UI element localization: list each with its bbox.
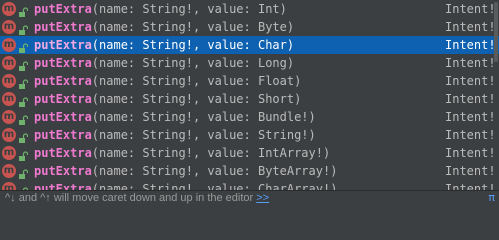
method-icon: m <box>2 182 16 190</box>
method-name: putExtra <box>34 74 92 88</box>
method-params: (name: String!, value: Float) <box>91 74 302 88</box>
unlocked-icon <box>18 148 29 161</box>
method-icon: m <box>2 20 16 34</box>
method-params: (name: String!, value: Bundle!) <box>91 110 316 124</box>
unlocked-icon <box>18 166 29 179</box>
method-signature: putExtra(name: String!, value: Bundle!) <box>34 108 316 126</box>
return-type: Intent! <box>445 92 496 106</box>
scrollbar[interactable] <box>494 0 499 190</box>
completion-list[interactable]: m putExtra(name: String!, value: Int) Inte… <box>0 0 499 190</box>
method-icon: m <box>2 56 16 70</box>
method-name: putExtra <box>34 110 92 124</box>
method-icon: m <box>2 164 16 178</box>
return-type: Intent! <box>445 164 496 178</box>
method-icon: m <box>2 146 16 160</box>
method-signature: putExtra(name: String!, value: Long) <box>34 54 294 72</box>
method-icon: m <box>2 74 16 88</box>
return-type: Intent! <box>445 38 496 52</box>
method-signature: putExtra(name: String!, value: Float) <box>34 72 301 90</box>
method-signature: putExtra(name: String!, value: ByteArray… <box>34 162 337 180</box>
footer-hint-text: ^↓ and ^↑ will move caret down and up in… <box>5 192 254 204</box>
unlocked-icon <box>18 94 29 107</box>
completion-popup: m putExtra(name: String!, value: Int) Inte… <box>0 0 499 205</box>
completion-footer: ^↓ and ^↑ will move caret down and up in… <box>0 190 499 205</box>
return-type: Intent! <box>445 20 496 34</box>
method-params: (name: String!, value: Int) <box>91 2 287 16</box>
method-signature: putExtra(name: String!, value: Int) <box>34 0 287 18</box>
completion-item[interactable]: m putExtra(name: String!, value: Int) Inte… <box>0 0 499 18</box>
method-signature: putExtra(name: String!, value: Byte) <box>34 18 294 36</box>
method-signature: putExtra(name: String!, value: CharArray… <box>34 180 337 190</box>
method-params: (name: String!, value: Byte) <box>91 20 295 34</box>
method-name: putExtra <box>34 92 92 106</box>
unlocked-icon <box>18 40 29 53</box>
footer-more-link[interactable]: >> <box>256 192 269 204</box>
unlocked-icon <box>18 76 29 89</box>
method-params: (name: String!, value: Short) <box>91 92 302 106</box>
method-name: putExtra <box>34 56 92 70</box>
method-icon: m <box>2 2 16 16</box>
method-signature: putExtra(name: String!, value: String!) <box>34 126 316 144</box>
return-type: Intent! <box>445 182 496 190</box>
completion-item[interactable]: m putExtra(name: String!, value: Float) In… <box>0 72 499 90</box>
method-params: (name: String!, value: String!) <box>91 128 316 142</box>
method-name: putExtra <box>34 38 92 52</box>
unlocked-icon <box>18 130 29 143</box>
method-params: (name: String!, value: ByteArray!) <box>91 164 338 178</box>
completion-item[interactable]: m putExtra(name: String!, value: IntArray… <box>0 144 499 162</box>
method-name: putExtra <box>34 2 92 16</box>
scrollbar-thumb[interactable] <box>494 2 498 62</box>
method-name: putExtra <box>34 164 92 178</box>
method-icon: m <box>2 128 16 142</box>
method-icon: m <box>2 92 16 106</box>
method-signature: putExtra(name: String!, value: Short) <box>34 90 301 108</box>
unlocked-icon <box>18 58 29 71</box>
return-type: Intent! <box>445 74 496 88</box>
return-type: Intent! <box>445 146 496 160</box>
unlocked-icon <box>18 22 29 35</box>
method-icon: m <box>2 110 16 124</box>
method-icon: m <box>2 38 16 52</box>
method-params: (name: String!, value: Char) <box>91 38 295 52</box>
method-name: putExtra <box>34 146 92 160</box>
method-name: putExtra <box>34 20 92 34</box>
return-type: Intent! <box>445 56 496 70</box>
completion-item[interactable]: m putExtra(name: String!, value: Char) Int… <box>0 36 499 54</box>
method-params: (name: String!, value: IntArray!) <box>91 146 331 160</box>
method-name: putExtra <box>34 128 92 142</box>
completion-item[interactable]: m putExtra(name: String!, value: ByteArra… <box>0 162 499 180</box>
completion-item[interactable]: m putExtra(name: String!, value: Short) In… <box>0 90 499 108</box>
method-name: putExtra <box>34 182 92 190</box>
method-params: (name: String!, value: CharArray!) <box>91 182 338 190</box>
method-signature: putExtra(name: String!, value: IntArray!… <box>34 144 330 162</box>
unlocked-icon <box>18 112 29 125</box>
pi-icon[interactable]: π <box>488 191 495 205</box>
completion-item[interactable]: m putExtra(name: String!, value: Byte) Int… <box>0 18 499 36</box>
unlocked-icon <box>18 4 29 17</box>
completion-item[interactable]: m putExtra(name: String!, value: Long) Int… <box>0 54 499 72</box>
completion-item[interactable]: m putExtra(name: String!, value: CharArra… <box>0 180 499 190</box>
method-signature: putExtra(name: String!, value: Char) <box>34 36 294 54</box>
completion-item[interactable]: m putExtra(name: String!, value: Bundle!)… <box>0 108 499 126</box>
footer-hint: ^↓ and ^↑ will move caret down and up in… <box>5 191 269 205</box>
method-params: (name: String!, value: Long) <box>91 56 295 70</box>
return-type: Intent! <box>445 110 496 124</box>
return-type: Intent! <box>445 2 496 16</box>
completion-item[interactable]: m putExtra(name: String!, value: String!)… <box>0 126 499 144</box>
return-type: Intent! <box>445 128 496 142</box>
